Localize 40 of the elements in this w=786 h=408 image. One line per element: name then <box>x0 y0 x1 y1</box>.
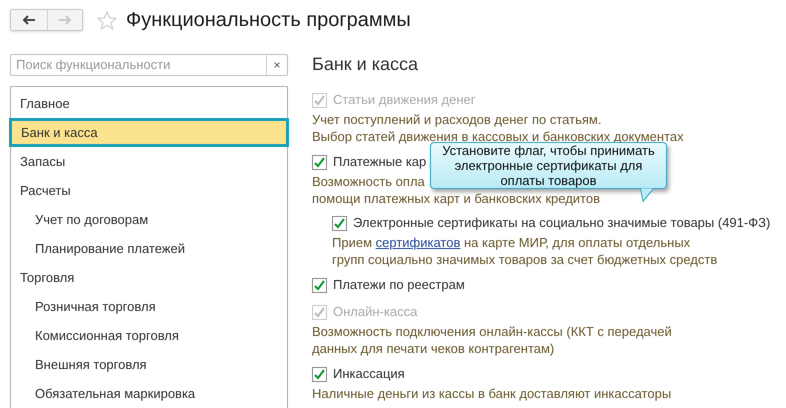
search-field[interactable]: Поиск функциональности × <box>10 54 288 76</box>
option-description: Возможность подключения онлайн-кассы (ККТ с передачей <box>312 323 672 340</box>
star-icon[interactable] <box>97 10 117 30</box>
checkbox[interactable] <box>332 216 347 230</box>
checkbox[interactable] <box>312 278 327 292</box>
sidebar-item[interactable]: Внешняя торговля <box>11 350 287 379</box>
sidebar-item[interactable]: Запасы <box>11 147 287 176</box>
certificates-link[interactable]: сертификатов <box>376 235 460 250</box>
sidebar-item[interactable]: Комиссионная торговля <box>11 321 287 350</box>
section-title: Банк и касса <box>312 53 419 76</box>
clear-button[interactable]: × <box>266 55 287 75</box>
option-label: Статьи движения денег <box>333 91 476 110</box>
sidebar-item[interactable]: Банк и касса <box>9 118 289 147</box>
option-label: Платежные кар <box>333 153 426 172</box>
option-label: Электронные сертификаты на социально значимые товары (491-ФЗ) <box>353 214 770 232</box>
sidebar-item[interactable]: Обязательная маркировка <box>11 379 287 408</box>
option-description: Прием сертификатов на карте МИР, для оплаты отдельных <box>332 234 690 251</box>
sidebar-item[interactable]: Розничная торговля <box>11 292 287 321</box>
checkbox[interactable] <box>312 154 327 170</box>
tooltip: Установите флаг, чтобы принимать электронные сертификаты для оплаты товаров <box>430 142 667 189</box>
left-arrow-icon <box>22 15 36 25</box>
sidebar-item[interactable]: Учет по договорам <box>11 205 287 234</box>
option-description: помощи платежных карт и банковских кредитов <box>312 190 600 207</box>
right-arrow-icon <box>58 15 72 25</box>
option-description: групп социально значимых товаров за счет бюджетных средств <box>332 251 718 268</box>
sidebar-item[interactable]: Торговля <box>11 263 287 292</box>
checkbox[interactable] <box>312 366 327 382</box>
option-description: Возможность опла <box>312 173 425 190</box>
option-description: данных для печати чеков контрагентам) <box>312 340 554 357</box>
option-description: Наличные деньги из кассы в банк доставляют инкассаторы <box>312 385 672 402</box>
tooltip-tail <box>640 188 654 202</box>
sidebar-item[interactable]: Главное <box>11 89 287 118</box>
sidebar-item[interactable]: Расчеты <box>11 176 287 205</box>
option-label: Онлайн-касса <box>333 303 418 322</box>
option-label: Инкассация <box>333 365 405 384</box>
sidebar-item[interactable]: Планирование платежей <box>11 234 287 263</box>
option-description: Выбор статей движения в кассовых и банковских документах <box>312 128 684 145</box>
option-label: Платежи по реестрам <box>333 276 465 294</box>
option-description: Учет поступлений и расходов денег по статьям. <box>312 111 602 128</box>
window-title: Функциональность программы <box>126 8 411 33</box>
